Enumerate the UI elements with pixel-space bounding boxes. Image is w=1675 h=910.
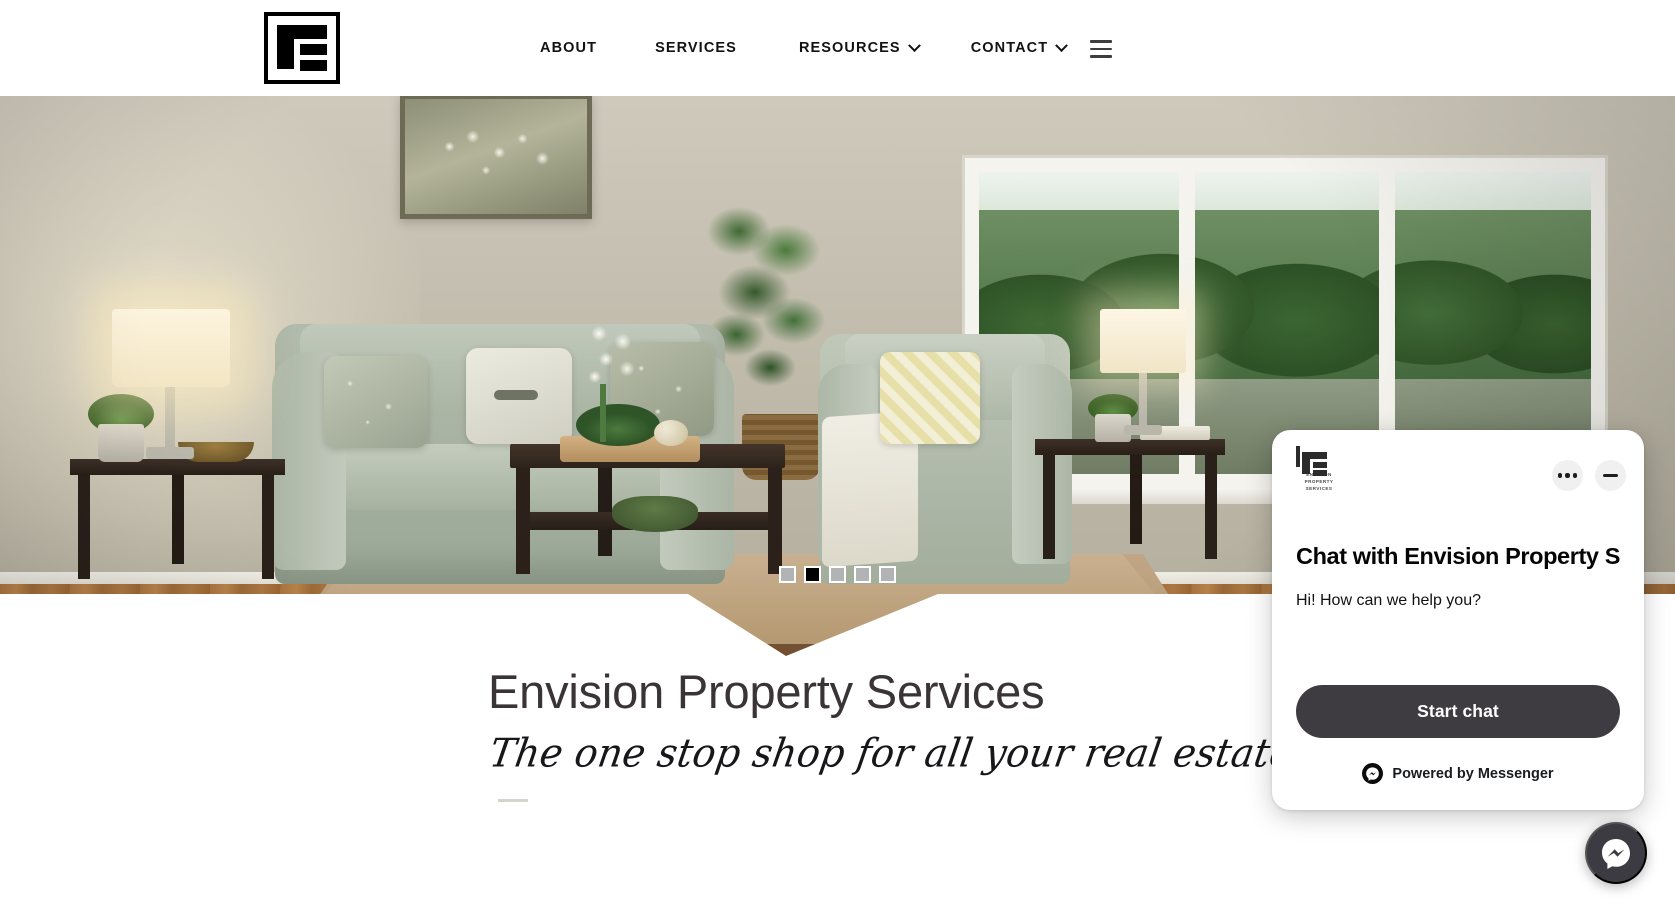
messenger-chat-widget: ENVISION PROPERTY SERVICES Chat with Env… [1272, 430, 1644, 810]
powered-by-label: Powered by Messenger [1392, 765, 1554, 782]
nav-label: SERVICES [655, 40, 737, 56]
chat-title: Chat with Envision Property Servi… [1296, 543, 1620, 569]
chat-widget-header: ENVISION PROPERTY SERVICES [1272, 430, 1644, 542]
section-divider [498, 799, 528, 803]
chat-minimize-button[interactable] [1595, 460, 1626, 491]
chat-more-options-button[interactable] [1552, 460, 1583, 491]
chat-greeting-message: Hi! How can we help you? [1296, 592, 1481, 610]
site-header: ABOUT SERVICES RESOURCES CONTACT [0, 0, 1675, 96]
start-chat-button[interactable]: Start chat [1296, 685, 1620, 738]
envision-e-logo-icon [1296, 446, 1327, 476]
slider-dot-3[interactable] [829, 566, 846, 583]
chevron-down-icon [907, 38, 921, 52]
chat-header-actions [1552, 460, 1626, 491]
powered-by-messenger: Powered by Messenger [1272, 763, 1644, 784]
nav-item-contact[interactable]: CONTACT [970, 38, 1069, 56]
envision-e-logo-icon [264, 12, 340, 84]
page-root: ABOUT SERVICES RESOURCES CONTACT Envisio… [0, 0, 1675, 910]
messenger-launcher-button[interactable] [1585, 822, 1647, 884]
minimize-icon [1603, 474, 1618, 477]
nav-item-about[interactable]: ABOUT [540, 40, 597, 56]
more-options-icon [1558, 473, 1577, 478]
site-logo[interactable] [264, 12, 340, 84]
nav-item-resources[interactable]: RESOURCES [798, 38, 921, 56]
nav-label: ABOUT [540, 40, 598, 56]
slider-dot-2[interactable] [804, 566, 821, 583]
nav-label: CONTACT [970, 40, 1049, 56]
messenger-icon [1362, 763, 1384, 784]
chevron-down-icon [1055, 38, 1069, 52]
nav-label: RESOURCES [798, 40, 901, 56]
slider-dot-1[interactable] [779, 566, 796, 583]
slider-dot-4[interactable] [854, 566, 871, 583]
primary-navigation: ABOUT SERVICES RESOURCES CONTACT [540, 0, 1069, 96]
messenger-icon [1602, 839, 1630, 869]
slider-dot-5[interactable] [879, 566, 896, 583]
chat-brand-logo: ENVISION PROPERTY SERVICES [1296, 446, 1342, 492]
nav-item-services[interactable]: SERVICES [655, 40, 737, 56]
hamburger-menu-icon[interactable] [1086, 38, 1116, 60]
